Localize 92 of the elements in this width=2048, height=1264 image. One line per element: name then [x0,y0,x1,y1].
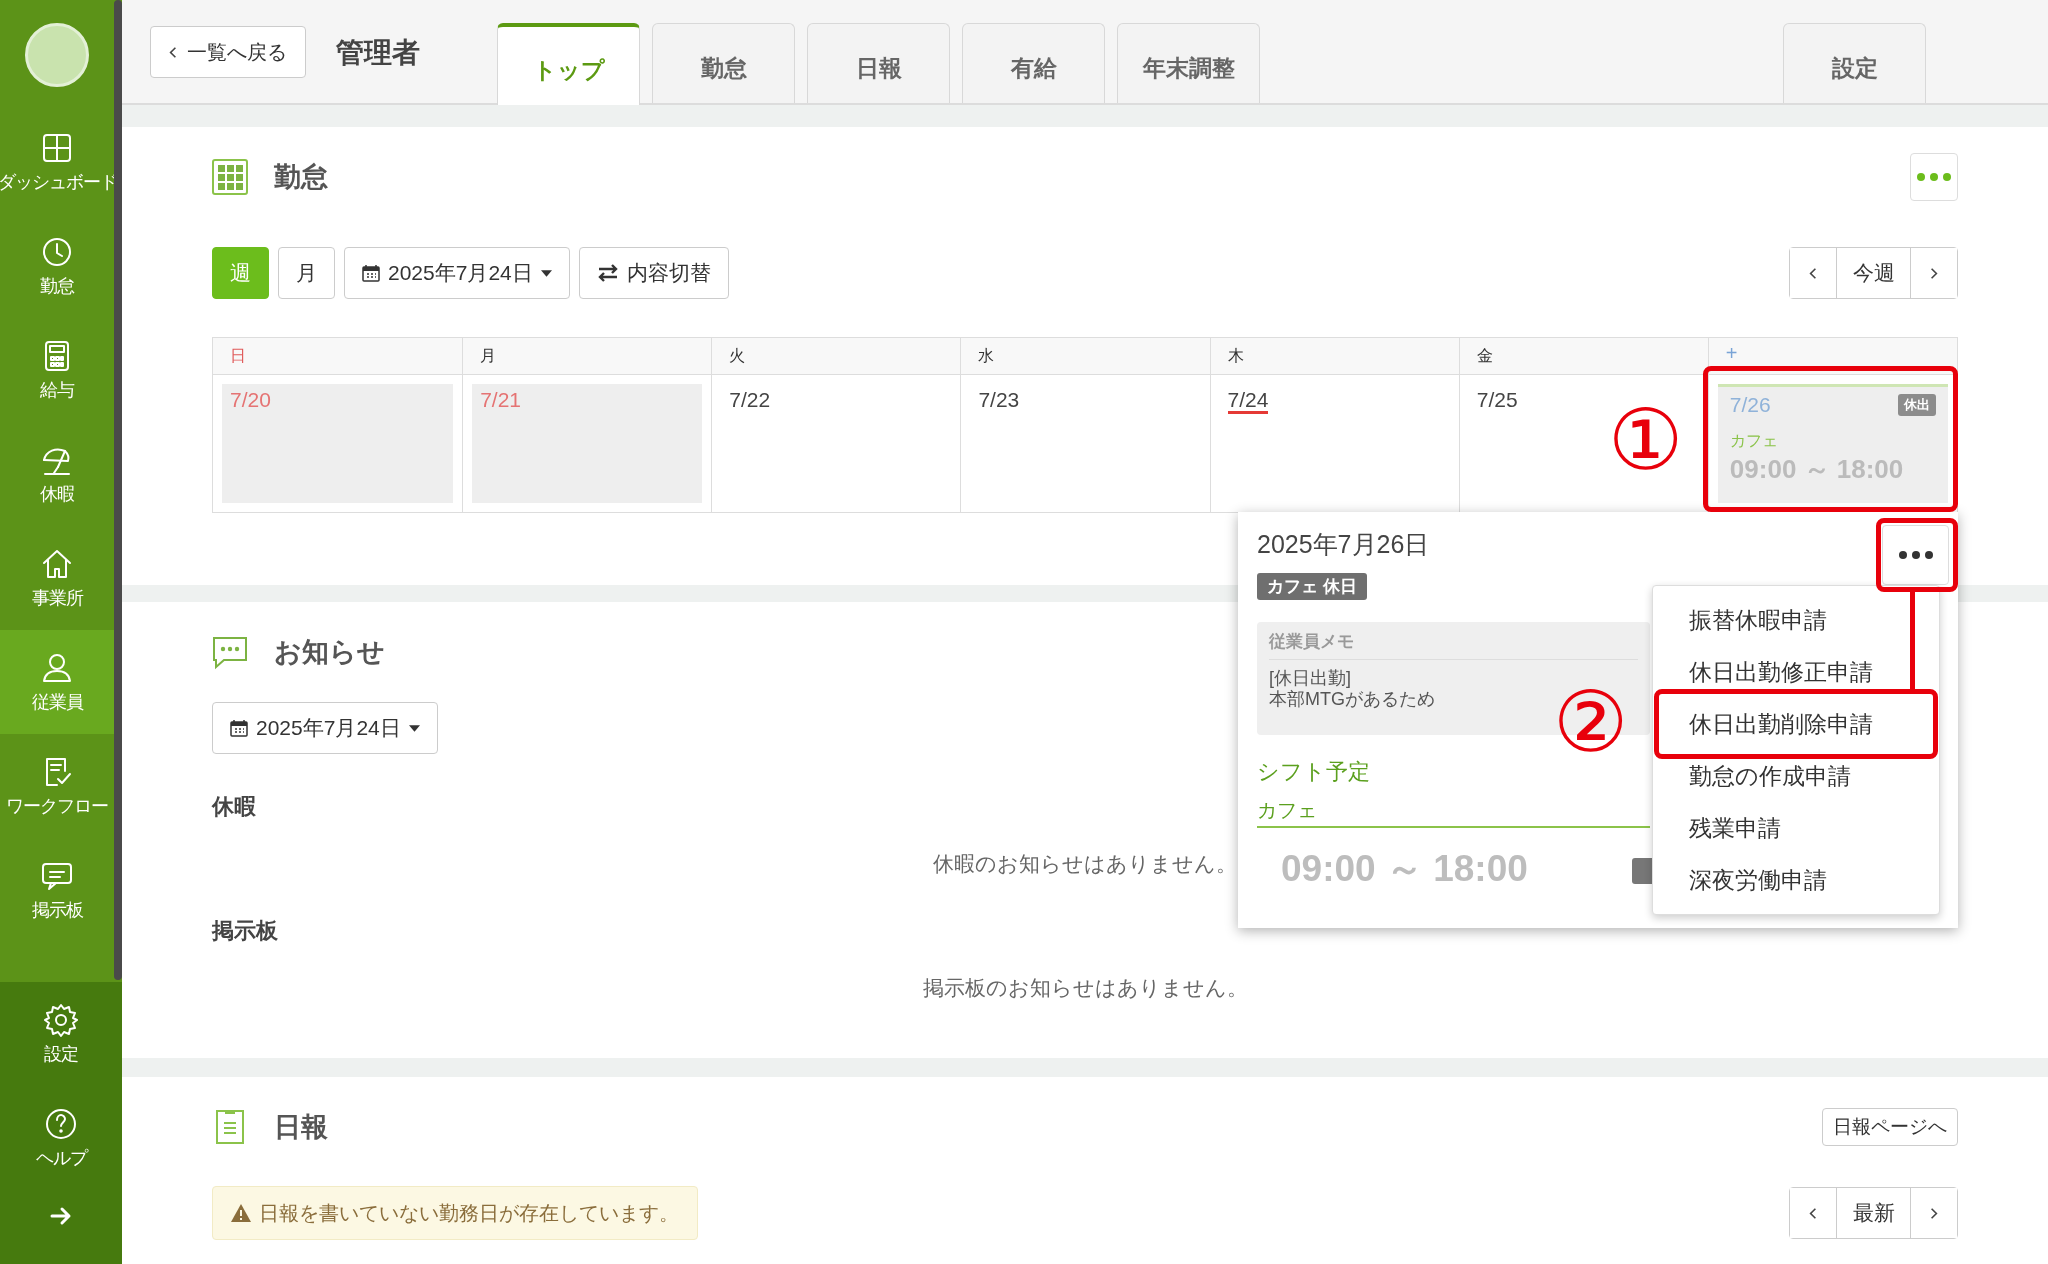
back-button[interactable]: 一覧へ戻る [150,26,306,78]
menu-item[interactable]: 休日出勤削除申請 [1653,698,1939,750]
weekday-header: 金 [1458,338,1708,375]
sidebar-item[interactable]: ダッシュボード [0,110,114,214]
sidebar-label: 給与 [40,379,74,402]
group-heading: 掲示板 [212,917,278,945]
day-date: 7/20 [230,388,271,412]
caret-icon [540,269,552,277]
sidebar-label: ダッシュボード [0,171,117,194]
shift-place: カフェ [1257,797,1650,828]
sidebar-item[interactable]: 掲示板 [0,838,114,942]
day-date: 7/26 [1729,393,1771,417]
settings-icon [43,1002,79,1038]
warning-text: 日報を書いていない勤務日が存在しています。 [259,1200,679,1226]
more-icon [1898,551,1933,559]
chevron-left-icon [1809,266,1817,280]
current-week-button[interactable]: 今週 [1836,248,1911,298]
callout-number: ② [1553,680,1629,764]
settings-tab[interactable]: 設定 [1783,23,1926,103]
day-date: 7/24 [1227,388,1269,415]
day-date: 7/22 [729,388,771,412]
sidebar-item[interactable]: 事業所 [0,526,114,630]
sidebar-label: 勤怠 [40,275,74,298]
menu-item[interactable]: 残業申請 [1653,802,1939,854]
sidebar-item[interactable]: 従業員 [0,630,114,734]
section-title: 勤怠 [274,161,328,194]
callout-number: ① [1608,398,1684,482]
shift-time: 09:00 ～ 18:00 [1281,847,1528,891]
tab[interactable]: 勤怠 [652,23,795,103]
day-date: 7/25 [1476,388,1518,412]
memo-text: [休日出勤] 本部MTGがあるため [1269,668,1436,710]
weekday-header: 火 [711,338,961,375]
day-cell[interactable]: 7/22 [711,375,961,512]
date-picker[interactable]: 2025年7月24日 [344,247,570,299]
sidebar-label: 休暇 [40,483,74,506]
tab[interactable]: 年末調整 [1117,23,1260,103]
popup-date: 2025年7月26日 [1257,529,1430,560]
status-badge: 休出 [1898,394,1936,416]
more-icon [1917,173,1951,181]
date-picker[interactable]: 2025年7月24日 [212,702,438,754]
toggle-button[interactable]: 内容切替 [578,247,729,299]
memo-label: 従業員メモ [1269,630,1638,660]
tab[interactable]: 日報 [807,23,950,103]
sidebar-item[interactable]: 設定 [0,982,122,1086]
tag: カフェ 休日 [1257,573,1367,600]
menu-item[interactable]: 深夜労働申請 [1653,854,1939,906]
empty-message: 休暇のお知らせはありません。 [933,851,1237,877]
weekday-header: 水 [960,338,1210,375]
weekday-header: 日 [213,338,463,375]
sidebar-item[interactable]: ワークフロー [0,734,114,838]
help-icon [43,1106,79,1142]
sidebar-label: ヘルプ [35,1147,87,1170]
warning-icon [231,1204,251,1222]
sidebar-label: 設定 [44,1043,78,1066]
latest-button[interactable]: 最新 [1836,1188,1911,1238]
chevron-right-icon [1930,1206,1938,1220]
chevron-right-icon [1930,266,1938,280]
caret-icon [408,724,420,732]
more-button[interactable] [1882,525,1949,585]
empty-message: 掲示板のお知らせはありません。 [922,975,1248,1001]
swap-icon [596,264,619,282]
sidebar-item[interactable]: 休暇 [0,422,114,526]
section-title: 日報 [274,1111,328,1144]
chevron-left-icon [169,45,177,59]
tab[interactable]: トップ [497,23,640,105]
group-heading: 休暇 [212,793,256,821]
avatar[interactable] [25,23,89,87]
sidebar-label: 従業員 [31,691,83,714]
page-title: 管理者 [336,36,421,70]
view-toggle[interactable]: 月 [278,247,335,299]
sidebar-label: 事業所 [31,587,83,610]
day-date: 7/21 [480,388,521,412]
calendar-icon [362,264,380,282]
menu-item[interactable]: 振替休暇申請 [1653,594,1939,646]
calendar-icon [230,719,248,737]
sidebar-item[interactable]: ヘルプ [0,1086,122,1190]
sidebar-label: ワークフロー [6,795,108,818]
day-date: 7/23 [978,388,1020,412]
chevron-left-icon [1809,1206,1817,1220]
grid-icon [212,159,248,195]
report-page-button[interactable]: 日報ページへ [1822,1108,1958,1146]
day-cell[interactable]: 7/23 [960,375,1210,512]
section-title: お知らせ [274,636,385,669]
sidebar-item[interactable]: 給与 [0,318,114,422]
sidebar-item[interactable]: 勤怠 [0,214,114,318]
shift-heading: シフト予定 [1257,758,1370,786]
shift-place: カフェ [1729,431,1779,451]
weekday-header: 月 [462,338,712,375]
tab[interactable]: 有給 [962,23,1105,103]
sidebar-label: 掲示板 [31,899,83,922]
speech-bubble-icon [212,634,248,670]
weekday-header: 木 [1209,338,1459,375]
